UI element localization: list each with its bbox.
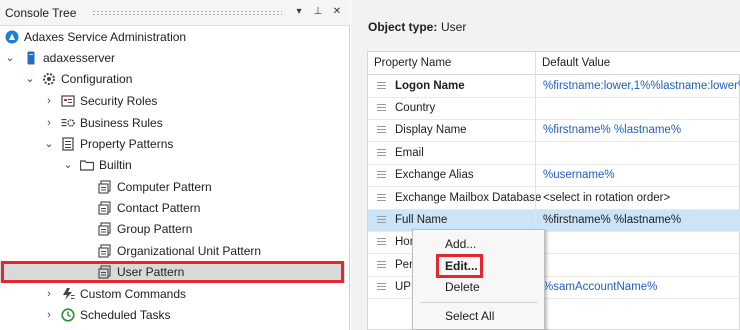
column-header-property-name[interactable]: Property Name: [374, 57, 451, 69]
property-name: Country: [395, 102, 436, 114]
property-icon: [377, 261, 386, 269]
tree-item-contact-pattern[interactable]: Contact Pattern: [0, 198, 345, 219]
chevron-right-icon[interactable]: ›: [43, 116, 55, 130]
table-row[interactable]: Country: [368, 98, 740, 120]
chevron-right-icon[interactable]: ›: [43, 308, 55, 322]
table-row[interactable]: Email: [368, 143, 740, 165]
menu-item-delete[interactable]: Delete: [445, 280, 480, 294]
tree-item-custom-commands[interactable]: › Custom Commands: [0, 284, 345, 305]
configuration-icon: [42, 72, 56, 86]
property-icon: [377, 283, 386, 291]
folder-icon: [79, 158, 95, 172]
property-patterns-icon: [61, 137, 75, 151]
chevron-down-icon[interactable]: ⌄: [43, 137, 55, 151]
pattern-icon: [98, 180, 112, 194]
property-name: Email: [395, 147, 424, 159]
chevron-right-icon[interactable]: ›: [43, 287, 55, 301]
property-icon: [377, 238, 386, 246]
table-row[interactable]: Display Name %firstname% %lastname%: [368, 120, 740, 142]
close-icon[interactable]: ✕: [330, 5, 344, 19]
pattern-icon: [98, 244, 112, 258]
highlight-box-user-pattern: [1, 261, 344, 283]
tree-item-security-roles[interactable]: › Security Roles: [0, 91, 345, 112]
property-icon: [377, 149, 386, 157]
tree-item-label: Property Patterns: [80, 137, 174, 151]
tree-item-business-rules[interactable]: › Business Rules: [0, 113, 345, 134]
security-roles-icon: [61, 94, 75, 108]
property-name: Logon Name: [395, 80, 465, 92]
tree-item-group-pattern[interactable]: Group Pattern: [0, 219, 345, 240]
property-value: %firstname:lower,1%%lastname:lower%: [543, 80, 740, 92]
tree-item-configuration[interactable]: ⌄ Configuration: [0, 69, 345, 90]
column-header-default-value[interactable]: Default Value: [542, 57, 610, 69]
tree-item-adaxesserver[interactable]: ⌄ adaxesserver: [0, 48, 345, 69]
tree-item-label: Group Pattern: [117, 222, 193, 236]
tree-item-label: adaxesserver: [43, 51, 116, 65]
tree-item-property-patterns[interactable]: ⌄ Property Patterns: [0, 134, 345, 155]
menu-item-add[interactable]: Add...: [445, 237, 476, 251]
property-name: Display Name: [395, 124, 467, 136]
table-row[interactable]: Exchange Mailbox Database <select in rot…: [368, 188, 740, 210]
chevron-down-icon[interactable]: ⌄: [24, 72, 36, 86]
chevron-right-icon[interactable]: ›: [43, 94, 55, 108]
console-tree-title: Console Tree: [5, 6, 77, 20]
property-name: Full Name: [395, 214, 448, 226]
table-row[interactable]: Exchange Alias %username%: [368, 165, 740, 187]
scheduled-tasks-icon: [61, 308, 75, 322]
server-icon: [24, 51, 38, 65]
tree-item-label: Contact Pattern: [117, 201, 201, 215]
tree-item-adaxes-service-administration[interactable]: Adaxes Service Administration: [0, 27, 345, 48]
menu-separator: [420, 302, 538, 303]
property-icon: [377, 216, 386, 224]
custom-commands-icon: [61, 287, 75, 301]
property-name: Exchange Mailbox Database: [395, 192, 542, 204]
property-value: %firstname% %lastname%: [543, 214, 682, 226]
property-icon: [377, 194, 386, 202]
tree-item-label: Security Roles: [80, 94, 158, 108]
panel-dropdown-button[interactable]: ▾: [292, 5, 306, 19]
pin-icon[interactable]: ⊥: [311, 5, 325, 19]
tree-item-label: Configuration: [61, 72, 133, 86]
tree-item-builtin[interactable]: ⌄ Builtin: [0, 155, 345, 176]
property-value: %username%: [543, 169, 615, 181]
property-icon: [377, 171, 386, 179]
property-value: %firstname% %lastname%: [543, 124, 682, 136]
property-name: Exchange Alias: [395, 169, 474, 181]
property-name: Per: [395, 259, 413, 271]
table-row[interactable]: Logon Name %firstname:lower,1%%lastname:…: [368, 76, 740, 98]
tree-item-computer-pattern[interactable]: Computer Pattern: [0, 177, 345, 198]
tree-item-label: Organizational Unit Pattern: [117, 244, 262, 258]
property-value: %samAccountName%: [543, 281, 658, 293]
property-icon: [377, 104, 386, 112]
grid-header: Property Name Default Value: [368, 52, 740, 75]
tree-item-label: Business Rules: [80, 116, 163, 130]
chevron-down-icon[interactable]: ⌄: [62, 158, 74, 172]
menu-item-select-all[interactable]: Select All: [445, 309, 494, 323]
tree-item-organizational-unit-pattern[interactable]: Organizational Unit Pattern: [0, 241, 345, 262]
object-type-label: Object type:: [368, 20, 438, 34]
panel-drag-grip[interactable]: [92, 10, 282, 16]
tree-item-label: Scheduled Tasks: [80, 308, 171, 322]
highlight-box-edit: [436, 254, 483, 278]
property-icon: [377, 126, 386, 134]
tree-item-label: Computer Pattern: [117, 180, 212, 194]
tree-item-label: Builtin: [99, 158, 132, 172]
business-rules-icon: [61, 116, 75, 130]
pattern-icon: [98, 201, 112, 215]
adaxes-logo-icon: [5, 30, 19, 44]
property-icon: [377, 82, 386, 90]
pattern-icon: [98, 222, 112, 236]
tree-item-scheduled-tasks[interactable]: › Scheduled Tasks: [0, 305, 345, 326]
property-value: <select in rotation order>: [543, 192, 671, 204]
tree-item-label: Custom Commands: [80, 287, 187, 301]
chevron-down-icon[interactable]: ⌄: [4, 51, 16, 65]
tree-item-label: Adaxes Service Administration: [24, 30, 187, 44]
object-type-value: User: [441, 20, 467, 34]
